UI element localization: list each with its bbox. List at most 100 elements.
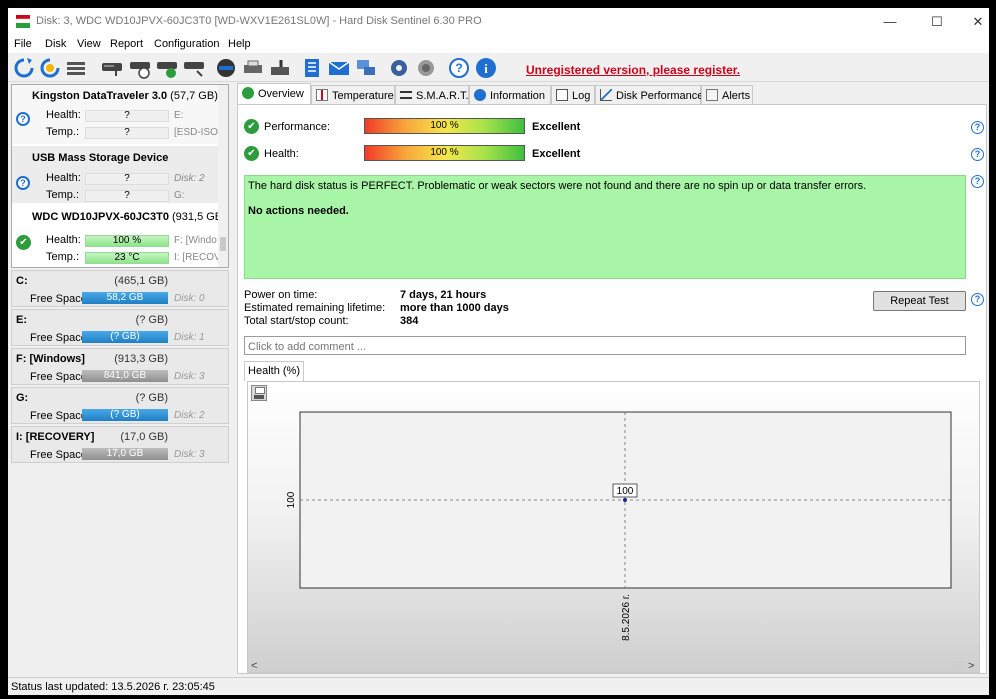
alert-icon[interactable] xyxy=(215,57,237,79)
ok-check-icon: ✔ xyxy=(16,235,31,250)
disk-extra-1: F: [Windo xyxy=(174,235,217,246)
status-last-updated: Status last updated: 13.5.2026 г. 23:05:… xyxy=(11,681,215,693)
help-icon[interactable]: ? xyxy=(971,175,984,188)
refresh-all-icon[interactable] xyxy=(39,57,61,79)
disk-name: Kingston DataTraveler 3.0 xyxy=(32,90,168,102)
email-icon[interactable] xyxy=(328,57,350,79)
performance-value: 100 % xyxy=(430,120,459,131)
disk-name: USB Mass Storage Device xyxy=(32,152,169,164)
help-icon[interactable]: ? xyxy=(971,293,984,306)
scrollbar-thumb[interactable] xyxy=(952,661,966,671)
backup-icon[interactable] xyxy=(269,57,291,79)
partition-c[interactable]: C: (465,1 GB) Free Space 58,2 GB Disk: 0 xyxy=(11,270,229,307)
disk-list-panel: Kingston DataTraveler 3.0 (57,7 GB) Dis … xyxy=(11,84,229,268)
disk-drive-icon[interactable] xyxy=(101,57,123,79)
help-icon[interactable]: ? xyxy=(971,121,984,134)
tab-label: Disk Performance xyxy=(616,90,704,102)
scrollbar-thumb[interactable] xyxy=(220,237,226,251)
comment-input[interactable] xyxy=(244,336,966,355)
chart-horizontal-scrollbar[interactable]: < > xyxy=(248,660,979,672)
disk-extra-2: I: [RECOV xyxy=(174,252,221,263)
temp-value: ? xyxy=(85,190,169,202)
free-space-bar: 841,0 GB xyxy=(82,370,168,382)
health-value: 100 % xyxy=(430,147,459,158)
sound-icon[interactable] xyxy=(415,57,437,79)
free-space-label: Free Space xyxy=(30,293,87,305)
report-icon[interactable] xyxy=(301,57,323,79)
tab-health-chart[interactable]: Health (%) xyxy=(244,361,304,381)
tools-icon[interactable] xyxy=(242,57,264,79)
status-bar: Status last updated: 13.5.2026 г. 23:05:… xyxy=(8,677,989,695)
disk-timer-icon[interactable] xyxy=(129,57,151,79)
health-rating: Excellent xyxy=(532,148,581,160)
start-stop-label: Total start/stop count: xyxy=(244,315,349,327)
refresh-icon[interactable] xyxy=(13,57,35,79)
health-value: ? xyxy=(85,173,169,185)
network-icon[interactable] xyxy=(355,57,377,79)
health-label: Health: xyxy=(46,172,81,184)
scroll-right-icon[interactable]: > xyxy=(968,660,974,672)
alerts-icon xyxy=(706,89,718,101)
register-link[interactable]: Unregistered version, please register. xyxy=(526,63,740,77)
thermometer-icon xyxy=(316,89,328,101)
disk-entry-kingston[interactable]: Kingston DataTraveler 3.0 (57,7 GB) Dis … xyxy=(12,85,228,144)
tab-strip: Overview Temperature S.M.A.R.T. Informat… xyxy=(237,83,987,105)
disk-list-icon[interactable] xyxy=(65,57,87,79)
temp-label: Temp.: xyxy=(46,126,80,138)
menu-help[interactable]: Help xyxy=(228,38,251,50)
partition-e[interactable]: E: (? GB) Free Space (? GB) Disk: 1 xyxy=(11,309,229,346)
menu-configuration[interactable]: Configuration xyxy=(154,38,219,50)
tab-label: Alerts xyxy=(722,90,751,102)
partition-size: (? GB) xyxy=(135,314,168,326)
toolbar: ? i Unregistered version, please registe… xyxy=(8,53,989,82)
info-icon[interactable]: i xyxy=(475,57,497,79)
free-space-label: Free Space xyxy=(30,332,87,344)
question-icon: ? xyxy=(16,112,30,126)
partition-i-recovery[interactable]: I: [RECOVERY] (17,0 GB) Free Space 17,0 … xyxy=(11,426,229,463)
repeat-test-button[interactable]: Repeat Test xyxy=(873,291,966,311)
disk-extra-2: G: xyxy=(174,190,185,201)
menu-file[interactable]: File xyxy=(14,38,32,50)
partition-disk: Disk: 1 xyxy=(174,332,205,343)
partition-name: G: xyxy=(16,392,29,404)
tab-temperature[interactable]: Temperature xyxy=(311,85,395,104)
tab-disk-performance[interactable]: Disk Performance xyxy=(595,85,704,104)
scroll-left-icon[interactable]: < xyxy=(251,660,257,672)
tab-alerts[interactable]: Alerts xyxy=(701,85,753,104)
menu-bar: File Disk View Report Configuration Help xyxy=(8,35,989,53)
help-icon[interactable]: ? xyxy=(971,148,984,161)
disk-list-scrollbar[interactable] xyxy=(218,85,228,267)
tab-smart[interactable]: S.M.A.R.T. xyxy=(395,85,469,104)
disk-entry-wdc-selected[interactable]: WDC WD10JPVX-60JC3T0 (931,5 GB) Di ✔ Hea… xyxy=(12,205,226,267)
close-button[interactable]: ✕ xyxy=(958,8,989,35)
health-value: ? xyxy=(85,110,169,122)
tab-overview[interactable]: Overview xyxy=(237,83,311,105)
tab-information[interactable]: Information xyxy=(469,85,551,104)
disk-check-icon[interactable] xyxy=(156,57,178,79)
title-bar: Disk: 3, WDC WD10JPVX-60JC3T0 [WD-WXV1E2… xyxy=(8,8,989,35)
tab-label: Temperature xyxy=(332,90,394,102)
disk-title: Kingston DataTraveler 3.0 (57,7 GB) Dis xyxy=(32,90,228,102)
tab-log[interactable]: Log xyxy=(551,85,595,104)
svg-text:i: i xyxy=(484,61,488,76)
window-title: Disk: 3, WDC WD10JPVX-60JC3T0 [WD-WXV1E2… xyxy=(36,15,482,27)
data-label: 100 xyxy=(617,486,634,497)
menu-view[interactable]: View xyxy=(77,38,101,50)
free-space-bar: 58,2 GB xyxy=(82,292,168,304)
minimize-button[interactable]: — xyxy=(870,8,910,35)
y-tick-label: 100 xyxy=(286,491,297,508)
settings-gear-icon[interactable] xyxy=(388,57,410,79)
disk-search-icon[interactable] xyxy=(183,57,205,79)
maximize-button[interactable]: ☐ xyxy=(917,8,957,35)
free-space-label: Free Space xyxy=(30,410,87,422)
menu-disk[interactable]: Disk xyxy=(45,38,66,50)
disk-entry-usb-mass-storage[interactable]: USB Mass Storage Device ? Health: ? Disk… xyxy=(12,146,222,203)
menu-report[interactable]: Report xyxy=(110,38,143,50)
help-icon[interactable]: ? xyxy=(448,57,470,79)
log-icon xyxy=(556,89,568,101)
temp-value: 23 °C xyxy=(85,252,169,264)
partition-g[interactable]: G: (? GB) Free Space (? GB) Disk: 2 xyxy=(11,387,229,424)
partition-f-windows[interactable]: F: [Windows] (913,3 GB) Free Space 841,0… xyxy=(11,348,229,385)
performance-chart-icon xyxy=(600,89,612,101)
status-description-box: The hard disk status is PERFECT. Problem… xyxy=(244,175,966,279)
